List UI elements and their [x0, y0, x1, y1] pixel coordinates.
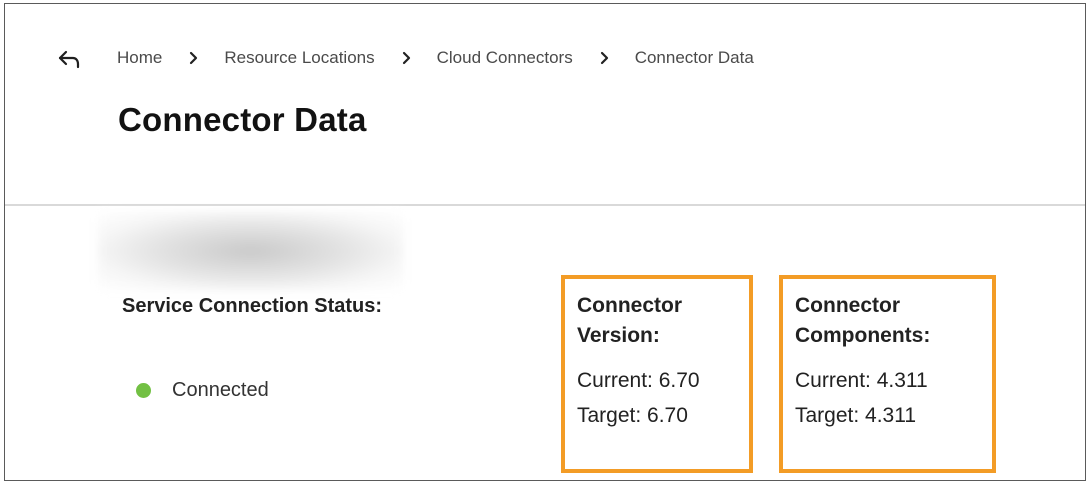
- page-title: Connector Data: [118, 101, 367, 138]
- breadcrumb: Home Resource Locations Cloud Connectors…: [117, 46, 754, 70]
- status-value: Connected: [172, 379, 269, 401]
- chevron-right-icon: [402, 51, 410, 65]
- connector-version-title: Connector Version:: [577, 291, 749, 351]
- connector-version-title-line2: Version:: [577, 324, 660, 347]
- breadcrumb-home[interactable]: Home: [117, 48, 162, 68]
- page-header: Home Resource Locations Cloud Connectors…: [5, 4, 1085, 206]
- connector-version-box: Connector Version: Current: 6.70 Target:…: [561, 275, 753, 473]
- chevron-right-icon: [600, 51, 608, 65]
- connector-components-title-line2: Components:: [795, 324, 931, 347]
- chevron-right-icon: [190, 51, 198, 65]
- connector-components-title-line1: Connector: [795, 294, 900, 317]
- service-connection-status-label: Service Connection Status:: [122, 295, 383, 317]
- connector-version-title-line1: Connector: [577, 294, 682, 317]
- redacted-connector-name: [98, 212, 403, 290]
- connector-version-target: Target: 6.70: [577, 404, 688, 427]
- connector-version-current: Current: 6.70: [577, 369, 700, 392]
- connector-components-target: Target: 4.311: [795, 404, 917, 427]
- back-arrow-icon[interactable]: [57, 49, 81, 69]
- connector-components-box: Connector Components: Current: 4.311 Tar…: [779, 275, 996, 473]
- status-indicator: Connected: [136, 379, 269, 402]
- connector-data-panel: Home Resource Locations Cloud Connectors…: [4, 3, 1086, 481]
- breadcrumb-resource-locations[interactable]: Resource Locations: [224, 48, 374, 68]
- breadcrumb-connector-data: Connector Data: [634, 48, 754, 67]
- connector-components-current: Current: 4.311: [795, 369, 928, 392]
- connector-components-title: Connector Components:: [795, 291, 992, 351]
- status-dot-icon: [136, 383, 151, 398]
- breadcrumb-cloud-connectors[interactable]: Cloud Connectors: [437, 48, 573, 68]
